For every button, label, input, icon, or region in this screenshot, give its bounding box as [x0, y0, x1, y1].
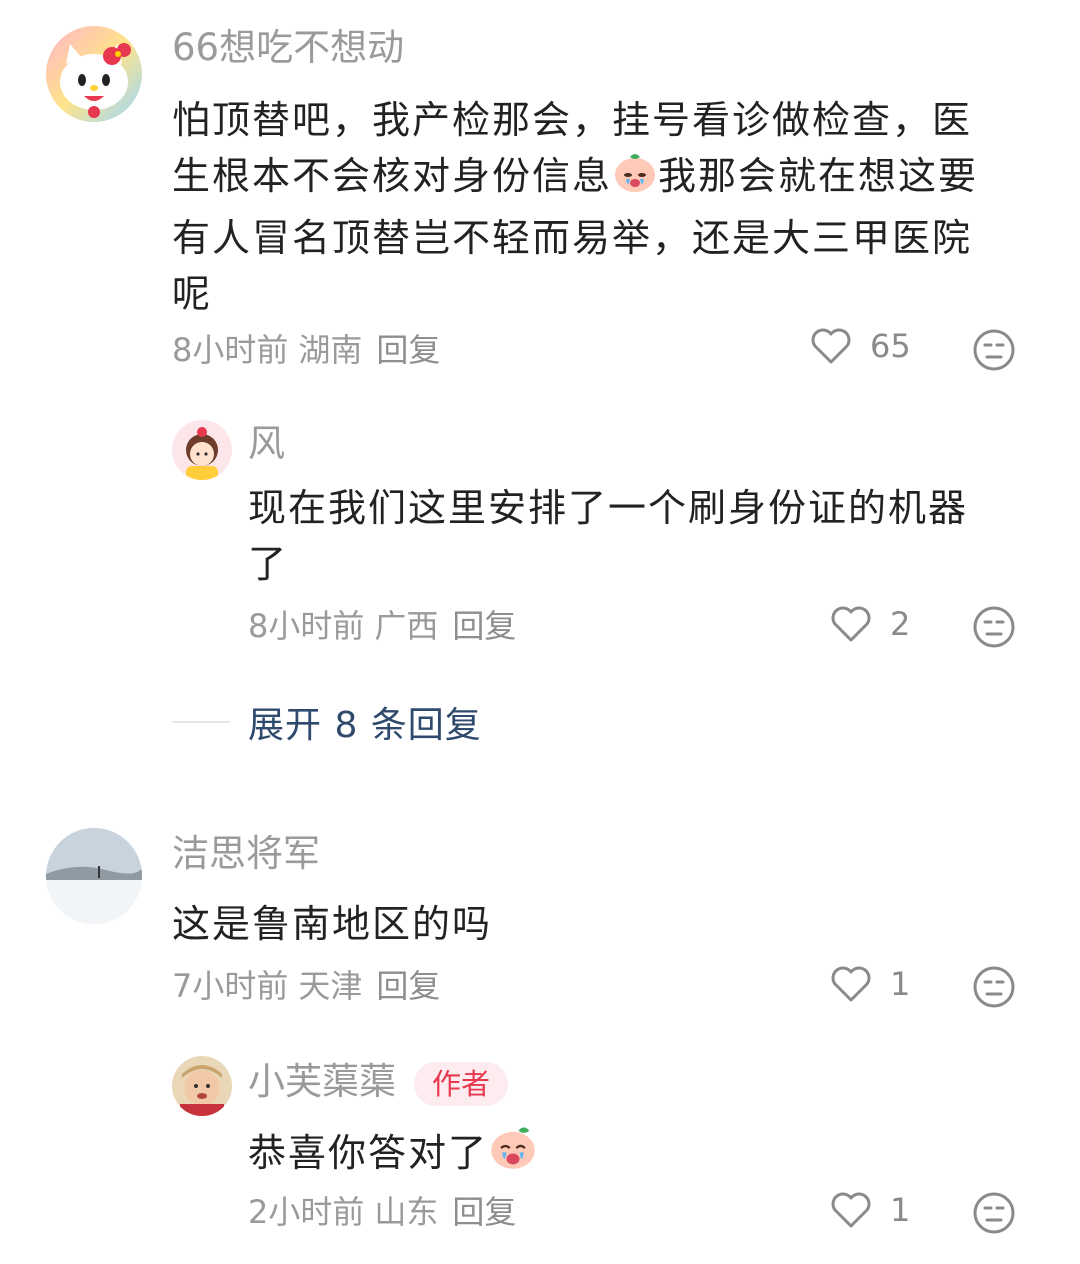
like-button[interactable]: 2 [830, 604, 910, 644]
expand-replies-label: 展开 8 条回复 [248, 705, 482, 746]
neutral-face-icon [973, 966, 1015, 1008]
reply-item: 小芙蕖蕖 作者 恭喜你答对了 2小时前 山东 回复 1 [0, 1040, 1080, 1264]
comment-region: 湖南 [298, 331, 363, 369]
comment-text-segment: 我那会就在想这要 [658, 154, 979, 198]
comment-text-line: 怕顶替吧，我产检那会，挂号看诊做检查，医 [172, 98, 973, 142]
comment-text-segment: 生根本不会核对身份信息 [172, 154, 613, 198]
like-count: 65 [870, 327, 911, 365]
reply-button[interactable]: 回复 [376, 967, 440, 1005]
comment-meta: 8小时前 广西 回复 [248, 606, 516, 646]
like-count: 1 [890, 1191, 911, 1229]
comment-text: 现在我们这里安排了一个刷身份证的机器 了 [248, 480, 1048, 592]
reply-button[interactable]: 回复 [376, 331, 440, 369]
expand-replies-button[interactable]: 展开 8 条回复 [172, 696, 482, 748]
comment-text-line: 这是鲁南地区的吗 [172, 902, 493, 946]
comment-text-segment: 恭喜你答对了 [248, 1131, 489, 1175]
comment-region: 广西 [374, 607, 439, 645]
heart-outline-icon [811, 328, 851, 364]
comment-text-line-with-emoji: 恭喜你答对了 [248, 1122, 1048, 1187]
comment-meta: 2小时前 山东 回复 [248, 1192, 516, 1232]
comment-author-name: 小芙蕖蕖 作者 [248, 1060, 509, 1106]
reply-item: 风 现在我们这里安排了一个刷身份证的机器 了 8小时前 广西 回复 2 [0, 400, 1080, 670]
comment-time: 2小时前 [248, 1193, 365, 1231]
comment-text: 怕顶替吧，我产检那会，挂号看诊做检查，医 生根本不会核对身份信息 我那会就在想这要… [172, 92, 1052, 322]
comment-text: 恭喜你答对了 [248, 1122, 1048, 1187]
comment-meta: 8小时前 湖南 回复 [172, 330, 440, 370]
comment-text-line: 呢 [172, 272, 213, 316]
like-count: 2 [890, 605, 911, 643]
girl-avatar-icon [172, 420, 232, 480]
neutral-face-icon [973, 606, 1015, 648]
neutral-face-icon [973, 329, 1015, 371]
comment-author-name[interactable]: 66想吃不想动 [172, 26, 404, 70]
avatar[interactable] [46, 26, 142, 122]
dislike-button[interactable] [972, 965, 1016, 1013]
comment-author-name[interactable]: 洁思将军 [172, 832, 320, 876]
like-button[interactable]: 65 [810, 326, 911, 366]
dislike-button[interactable] [972, 1191, 1016, 1239]
heart-outline-icon [831, 966, 871, 1002]
avatar[interactable] [46, 828, 142, 924]
like-button[interactable]: 1 [830, 964, 910, 1004]
reply-button[interactable]: 回复 [452, 1193, 516, 1231]
comment-text-line: 有人冒名顶替岂不轻而易举，还是大三甲医院 [172, 216, 973, 260]
crying-face-emoji [612, 149, 658, 210]
comment-time: 8小时前 [172, 331, 289, 369]
divider [172, 721, 230, 723]
like-count: 1 [890, 965, 911, 1003]
comment-time: 7小时前 [172, 967, 289, 1005]
comment-region: 山东 [374, 1193, 439, 1231]
comment-text-line: 了 [248, 542, 289, 586]
avatar[interactable] [172, 1056, 232, 1116]
heart-outline-icon [831, 1192, 871, 1228]
comment-region: 天津 [298, 967, 363, 1005]
crying-face-emoji [488, 1122, 538, 1187]
comment-text-line: 现在我们这里安排了一个刷身份证的机器 [248, 486, 969, 530]
author-badge: 作者 [414, 1061, 509, 1106]
author-name-text[interactable]: 小芙蕖蕖 [248, 1060, 396, 1103]
hello-kitty-avatar-icon [46, 26, 142, 122]
landscape-avatar-icon [46, 828, 142, 924]
comment-time: 8小时前 [248, 607, 365, 645]
comment-item: 66想吃不想动 怕顶替吧，我产检那会，挂号看诊做检查，医 生根本不会核对身份信息… [0, 0, 1080, 400]
dislike-button[interactable] [972, 605, 1016, 653]
comment-author-name[interactable]: 风 [248, 422, 285, 466]
comment-meta: 7小时前 天津 回复 [172, 966, 440, 1006]
like-button[interactable]: 1 [830, 1190, 910, 1230]
comment-text-line-with-emoji: 生根本不会核对身份信息 我那会就在想这要 [172, 148, 1052, 210]
baby-photo-avatar-icon [172, 1056, 232, 1116]
comment-text: 这是鲁南地区的吗 [172, 896, 1032, 952]
neutral-face-icon [973, 1192, 1015, 1234]
comment-item: 洁思将军 这是鲁南地区的吗 7小时前 天津 回复 1 [0, 810, 1080, 1030]
heart-outline-icon [831, 606, 871, 642]
reply-button[interactable]: 回复 [452, 607, 516, 645]
dislike-button[interactable] [972, 328, 1016, 376]
avatar[interactable] [172, 420, 232, 480]
